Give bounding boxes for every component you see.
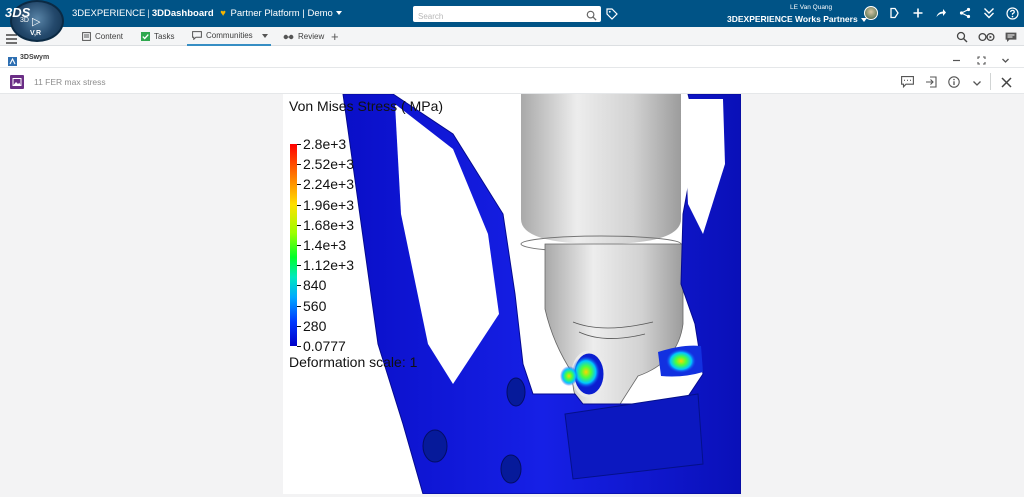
comment-icon[interactable] (901, 75, 914, 93)
app-title: 3DEXPERIENCE | 3DDashboard ♥ Partner Platf… (72, 8, 342, 19)
swym-app-icon (8, 53, 17, 71)
chevron-down-icon (335, 11, 342, 16)
legend-tick (297, 346, 301, 347)
tab-review[interactable]: Review (283, 27, 324, 46)
legend-tick-label: 560 (303, 297, 327, 314)
image-post-icon (10, 75, 24, 89)
search-icon[interactable] (586, 8, 597, 26)
divider (990, 73, 991, 90)
vr-glasses-icon[interactable] (978, 30, 995, 48)
legend-tick (297, 265, 301, 267)
widget-title: 3DSwym (20, 54, 50, 61)
platform-name: 3DEXPERIENCE Works Partners (727, 14, 858, 24)
legend-tick (297, 224, 301, 226)
legend-tick (297, 305, 301, 307)
legend-tick (297, 204, 301, 206)
apps-icon[interactable] (982, 6, 996, 20)
help-icon[interactable] (1005, 6, 1019, 20)
network-share-icon[interactable] (958, 6, 972, 20)
platform-selector[interactable]: 3DEXPERIENCE Works Partners (727, 14, 867, 24)
search-box (413, 6, 601, 25)
tag-icon[interactable] (606, 7, 618, 25)
chevron-down-icon[interactable] (1001, 52, 1010, 70)
stress-simulation-render (342, 94, 741, 494)
share-arrow-icon[interactable] (934, 6, 948, 20)
search-input[interactable] (413, 8, 578, 25)
minimize-icon[interactable] (952, 52, 961, 70)
compass-user-initials: V,R (30, 30, 42, 37)
app-name: 3DDashboard (151, 8, 214, 19)
chevron-down-icon[interactable] (261, 33, 268, 38)
legend-tick-label: 2.52e+3 (303, 156, 354, 173)
legend-tick-label: 1.12e+3 (303, 257, 354, 274)
tab-label: Content (95, 32, 124, 41)
legend-tick (297, 325, 301, 327)
color-scale-bar (290, 144, 297, 346)
tab-label: Communities (206, 31, 253, 40)
tab-bar: Content Tasks Communities Review + (0, 27, 1024, 46)
legend-tick-label: 840 (303, 277, 327, 294)
media-viewer: Von Mises Stress ( MPa) 2.8e+3 2.52e+3 2.2… (0, 94, 1024, 497)
legend-tick (297, 285, 301, 287)
legend-tick-label: 2.8e+3 (303, 136, 347, 152)
legend-tick (297, 164, 301, 166)
legend-tick-label: 280 (303, 317, 327, 334)
deformation-scale-label: Deformation scale: 1 (289, 354, 418, 370)
brand-name: 3DEXPERIENCE (72, 8, 146, 19)
search-people-icon[interactable] (956, 30, 968, 48)
chevron-down-icon[interactable] (972, 75, 982, 93)
legend-tick-label: 1.4e+3 (303, 237, 347, 253)
widget-header: 3DSwym (0, 48, 1024, 68)
legend-tick (297, 184, 301, 186)
post-title: 11 FER max stress (34, 77, 106, 87)
add-tab-icon[interactable]: + (331, 29, 339, 44)
dashboard-name: Partner Platform | Demo (230, 8, 333, 19)
heart-icon: ♥ (220, 8, 226, 19)
simulation-image[interactable]: Von Mises Stress ( MPa) 2.8e+3 2.52e+3 2.2… (283, 94, 741, 494)
tab-content[interactable]: Content (82, 27, 123, 46)
dashboard-selector[interactable]: Partner Platform | Demo (231, 8, 342, 19)
legend-tick-label: 0.0777 (303, 338, 346, 354)
legend-title: Von Mises Stress ( MPa) (289, 98, 444, 114)
legend-tick-label: 1.96e+3 (303, 196, 354, 213)
tab-label: Tasks (154, 32, 175, 41)
legend-tick-label: 2.24e+3 (303, 176, 354, 193)
tab-tasks[interactable]: Tasks (141, 27, 174, 46)
avatar[interactable] (864, 6, 878, 20)
tab-label: Review (298, 32, 325, 41)
tab-communities[interactable]: Communities (187, 27, 271, 46)
fullscreen-icon[interactable] (977, 52, 986, 70)
add-icon[interactable] (911, 6, 925, 20)
legend-tick-label: 1.68e+3 (303, 216, 354, 233)
glasses-icon (283, 33, 294, 41)
top-bar: 3DS 3D ▷ V,R 3DEXPERIENCE | 3DDashboard ♥ … (0, 0, 1024, 42)
document-icon (82, 32, 91, 41)
open-in-icon[interactable] (925, 75, 937, 93)
message-icon[interactable] (1005, 30, 1017, 48)
legend-tick (297, 144, 301, 145)
close-icon[interactable] (1001, 75, 1012, 93)
legend-tick (297, 245, 301, 246)
info-icon[interactable] (948, 75, 960, 93)
ds-logo: 3DS (5, 5, 31, 20)
post-header: 11 FER max stress (0, 70, 1024, 94)
user-name[interactable]: LE Van Quang (790, 4, 832, 11)
checkbox-icon (141, 32, 150, 41)
chat-icon (192, 31, 202, 40)
notification-icon[interactable] (887, 6, 901, 20)
play-icon: ▷ (32, 16, 41, 28)
